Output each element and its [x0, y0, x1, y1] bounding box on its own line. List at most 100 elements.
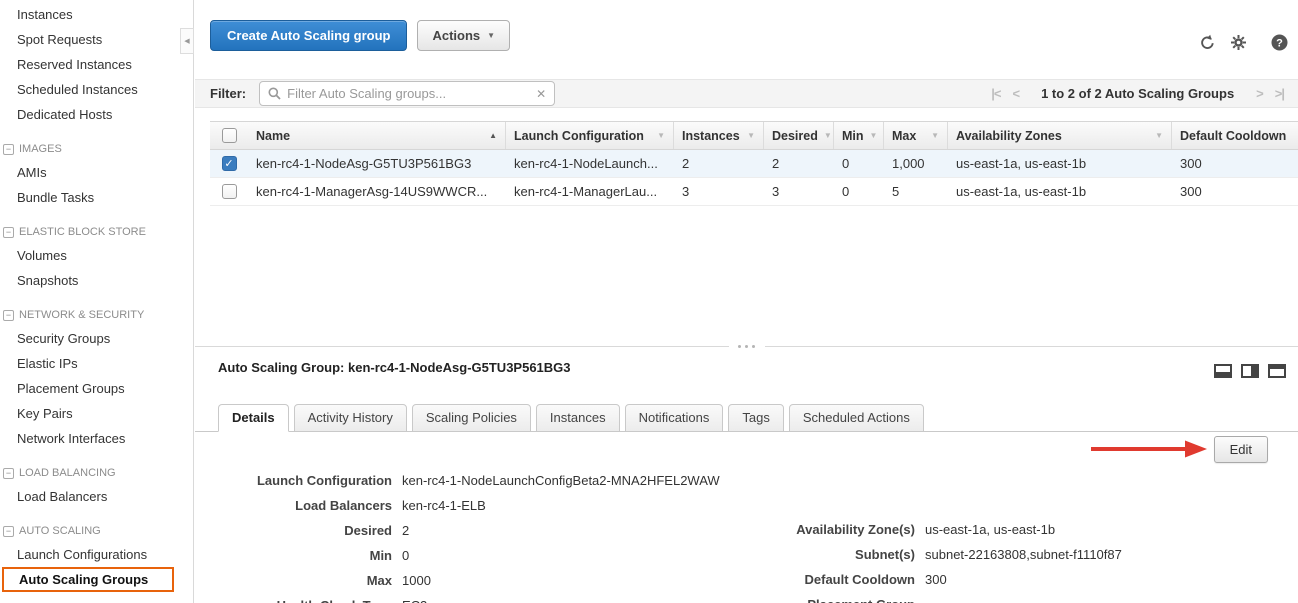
sidebar-item-security-groups[interactable]: Security Groups — [0, 326, 193, 351]
tab-tags[interactable]: Tags — [728, 404, 783, 432]
last-page-icon[interactable]: >| — [1275, 86, 1284, 101]
field-value: subnet-22163808,subnet-f1110f87 — [925, 547, 1122, 562]
actions-button[interactable]: Actions ▼ — [417, 20, 510, 51]
cell-default-cooldown: 300 — [1172, 184, 1298, 199]
cell-max: 1,000 — [884, 156, 948, 171]
pane-splitter[interactable] — [195, 346, 1298, 347]
sidebar-item-load-balancers[interactable]: Load Balancers — [0, 484, 193, 509]
section-label: IMAGES — [19, 138, 62, 160]
column-header-name[interactable]: Name ▲ — [248, 122, 506, 149]
column-label: Instances — [682, 129, 740, 143]
tab-activity-history[interactable]: Activity History — [294, 404, 407, 432]
sidebar-collapse-handle[interactable]: ◀ — [180, 28, 194, 54]
section-label: AUTO SCALING — [19, 520, 101, 542]
split-right-pane-icon[interactable] — [1241, 364, 1259, 378]
sort-ascending-icon: ▲ — [489, 131, 497, 140]
column-header-max[interactable]: Max ▼ — [884, 122, 948, 149]
table-row[interactable]: ✓ ken-rc4-1-NodeAsg-G5TU3P561BG3 ken-rc4… — [210, 150, 1298, 178]
sidebar-item-reserved-instances[interactable]: Reserved Instances — [0, 52, 193, 77]
section-collapse-icon[interactable]: − — [3, 144, 14, 155]
sidebar-item-spot-requests[interactable]: Spot Requests — [0, 27, 193, 52]
pane-layout-icons — [1214, 364, 1286, 378]
sidebar-item-network-interfaces[interactable]: Network Interfaces — [0, 426, 193, 451]
sidebar-item-scheduled-instances[interactable]: Scheduled Instances — [0, 77, 193, 102]
row-checkbox[interactable] — [222, 184, 237, 199]
field-value: 2 — [402, 523, 409, 538]
column-header-default-cooldown[interactable]: Default Cooldown — [1172, 122, 1298, 149]
field-label: Default Cooldown — [725, 572, 925, 587]
sort-icon: ▼ — [747, 131, 755, 140]
auto-scaling-groups-table: Name ▲ Launch Configuration ▼ Instances … — [210, 121, 1298, 206]
tab-instances[interactable]: Instances — [536, 404, 620, 432]
field-max: Max 1000 — [210, 568, 770, 593]
tab-scheduled-actions[interactable]: Scheduled Actions — [789, 404, 924, 432]
sidebar-item-placement-groups[interactable]: Placement Groups — [0, 376, 193, 401]
sidebar-item-launch-configurations[interactable]: Launch Configurations — [0, 542, 193, 567]
field-label: Availability Zone(s) — [725, 522, 925, 537]
tab-notifications[interactable]: Notifications — [625, 404, 724, 432]
select-all-checkbox[interactable] — [222, 128, 237, 143]
sidebar-item-snapshots[interactable]: Snapshots — [0, 268, 193, 293]
section-collapse-icon[interactable]: − — [3, 310, 14, 321]
sort-icon: ▼ — [1155, 131, 1163, 140]
column-header-availability-zones[interactable]: Availability Zones ▼ — [948, 122, 1172, 149]
sidebar-item-instances[interactable]: Instances — [0, 2, 193, 27]
prev-page-icon[interactable]: < — [1012, 86, 1019, 101]
clear-filter-icon[interactable]: ✕ — [536, 87, 546, 101]
sidebar-item-key-pairs[interactable]: Key Pairs — [0, 401, 193, 426]
field-label: Load Balancers — [210, 498, 402, 513]
sidebar-section-load-balancing: − LOAD BALANCING — [0, 462, 193, 484]
first-page-icon[interactable]: |< — [991, 86, 1000, 101]
filter-label: Filter: — [210, 86, 246, 101]
full-pane-icon[interactable] — [1268, 364, 1286, 378]
cell-availability-zones: us-east-1a, us-east-1b — [948, 184, 1172, 199]
field-subnets: Subnet(s) subnet-22163808,subnet-f1110f8… — [725, 542, 1195, 567]
sidebar-section-network-security: − NETWORK & SECURITY — [0, 304, 193, 326]
sort-icon: ▼ — [931, 131, 939, 140]
section-collapse-icon[interactable]: − — [3, 227, 14, 238]
sidebar-item-volumes[interactable]: Volumes — [0, 243, 193, 268]
sidebar-item-amis[interactable]: AMIs — [0, 160, 193, 185]
edit-button[interactable]: Edit — [1214, 436, 1268, 463]
field-health-check-type: Health Check Type EC2 — [210, 593, 770, 603]
detail-tabs: Details Activity History Scaling Policie… — [195, 403, 1298, 432]
field-value: EC2 — [402, 598, 427, 603]
filter-search-input[interactable] — [287, 86, 530, 101]
column-header-desired[interactable]: Desired ▼ — [764, 122, 834, 149]
column-label: Min — [842, 129, 864, 143]
table-row[interactable]: ken-rc4-1-ManagerAsg-14US9WWCR... ken-rc… — [210, 178, 1298, 206]
sidebar-item-dedicated-hosts[interactable]: Dedicated Hosts — [0, 102, 193, 127]
cell-availability-zones: us-east-1a, us-east-1b — [948, 156, 1172, 171]
sidebar-item-bundle-tasks[interactable]: Bundle Tasks — [0, 185, 193, 210]
sort-icon: ▼ — [657, 131, 665, 140]
tab-details[interactable]: Details — [218, 404, 289, 432]
filter-search-box[interactable]: ✕ — [259, 81, 555, 106]
field-label: Subnet(s) — [725, 547, 925, 562]
cell-launch-configuration: ken-rc4-1-ManagerLau... — [506, 184, 674, 199]
detail-pane-title: Auto Scaling Group: ken-rc4-1-NodeAsg-G5… — [218, 360, 571, 375]
field-value: 0 — [402, 548, 409, 563]
cell-name: ken-rc4-1-ManagerAsg-14US9WWCR... — [248, 184, 506, 199]
next-page-icon[interactable]: > — [1256, 86, 1263, 101]
refresh-icon[interactable] — [1199, 34, 1216, 51]
column-header-launch-configuration[interactable]: Launch Configuration ▼ — [506, 122, 674, 149]
sidebar-item-auto-scaling-groups[interactable]: Auto Scaling Groups — [2, 567, 174, 592]
field-label: Launch Configuration — [210, 473, 402, 488]
section-collapse-icon[interactable]: − — [3, 468, 14, 479]
split-bottom-pane-icon[interactable] — [1214, 364, 1232, 378]
cell-min: 0 — [834, 156, 884, 171]
help-icon[interactable]: ? — [1271, 34, 1288, 51]
create-auto-scaling-group-button[interactable]: Create Auto Scaling group — [210, 20, 407, 51]
section-label: LOAD BALANCING — [19, 462, 116, 484]
sidebar-item-elastic-ips[interactable]: Elastic IPs — [0, 351, 193, 376]
field-label: Max — [210, 573, 402, 588]
splitter-drag-handle[interactable] — [729, 342, 765, 351]
settings-gear-icon[interactable] — [1230, 34, 1247, 51]
cell-max: 5 — [884, 184, 948, 199]
row-checkbox[interactable]: ✓ — [222, 156, 237, 171]
column-label: Availability Zones — [956, 129, 1062, 143]
column-header-instances[interactable]: Instances ▼ — [674, 122, 764, 149]
tab-scaling-policies[interactable]: Scaling Policies — [412, 404, 531, 432]
column-header-min[interactable]: Min ▼ — [834, 122, 884, 149]
section-collapse-icon[interactable]: − — [3, 526, 14, 537]
